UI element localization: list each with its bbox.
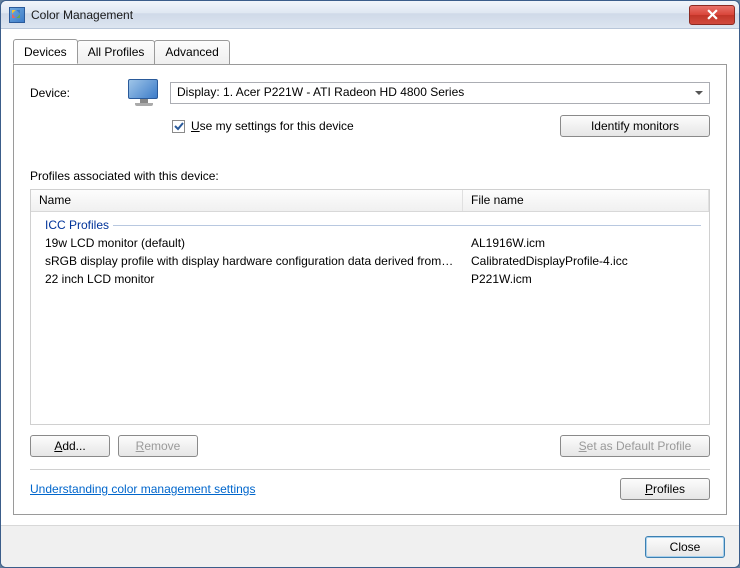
group-header-icc: ICC Profiles <box>31 216 709 234</box>
table-header: Name File name <box>31 190 709 212</box>
settings-row: Use my settings for this device Identify… <box>172 115 710 137</box>
column-file[interactable]: File name <box>463 190 709 211</box>
window-title: Color Management <box>31 8 689 22</box>
profiles-label: Profiles associated with this device: <box>30 169 710 183</box>
set-default-profile-button[interactable]: Set as Default Profile <box>560 435 710 457</box>
profile-file: P221W.icm <box>463 272 709 286</box>
device-selected-value: Display: 1. Acer P221W - ATI Radeon HD 4… <box>177 85 464 99</box>
table-row[interactable]: 19w LCD monitor (default) AL1916W.icm <box>31 234 709 252</box>
app-icon <box>9 7 25 23</box>
footer-row: Understanding color management settings … <box>30 478 710 500</box>
use-settings-checkbox[interactable] <box>172 120 185 133</box>
table-body: ICC Profiles 19w LCD monitor (default) A… <box>31 212 709 292</box>
check-icon <box>174 121 184 131</box>
table-row[interactable]: sRGB display profile with display hardwa… <box>31 252 709 270</box>
tabs: Devices All Profiles Advanced <box>13 39 727 64</box>
tab-advanced[interactable]: Advanced <box>154 40 229 65</box>
use-settings-label[interactable]: Use my settings for this device <box>191 119 354 133</box>
color-management-window: Color Management Devices All Profiles Ad… <box>0 0 740 568</box>
close-window-button[interactable] <box>689 5 735 25</box>
content-area: Devices All Profiles Advanced Device: Di… <box>1 29 739 525</box>
add-button[interactable]: Add... <box>30 435 110 457</box>
profiles-button[interactable]: Profiles <box>620 478 710 500</box>
profile-name: 22 inch LCD monitor <box>31 272 463 286</box>
profile-file: CalibratedDisplayProfile-4.icc <box>463 254 709 268</box>
understanding-link[interactable]: Understanding color management settings <box>30 482 255 496</box>
bottom-bar: Close <box>1 525 739 567</box>
close-button[interactable]: Close <box>645 536 725 558</box>
profile-file: AL1916W.icm <box>463 236 709 250</box>
identify-monitors-button[interactable]: Identify monitors <box>560 115 710 137</box>
column-name[interactable]: Name <box>31 190 463 211</box>
monitor-icon <box>128 79 160 107</box>
device-row: Device: Display: 1. Acer P221W - ATI Rad… <box>30 79 710 107</box>
profiles-table: Name File name ICC Profiles 19w LCD moni… <box>30 189 710 425</box>
tab-devices[interactable]: Devices <box>13 39 78 64</box>
titlebar[interactable]: Color Management <box>1 1 739 29</box>
remove-button[interactable]: Remove <box>118 435 198 457</box>
tab-all-profiles[interactable]: All Profiles <box>77 40 156 65</box>
tabpanel-devices: Device: Display: 1. Acer P221W - ATI Rad… <box>13 64 727 515</box>
device-label: Device: <box>30 86 118 100</box>
table-row[interactable]: 22 inch LCD monitor P221W.icm <box>31 270 709 288</box>
device-dropdown[interactable]: Display: 1. Acer P221W - ATI Radeon HD 4… <box>170 82 710 104</box>
profile-name: 19w LCD monitor (default) <box>31 236 463 250</box>
profile-name: sRGB display profile with display hardwa… <box>31 254 463 268</box>
profiles-buttons-row: Add... Remove Set as Default Profile <box>30 435 710 457</box>
divider <box>30 469 710 470</box>
close-icon <box>707 9 718 20</box>
